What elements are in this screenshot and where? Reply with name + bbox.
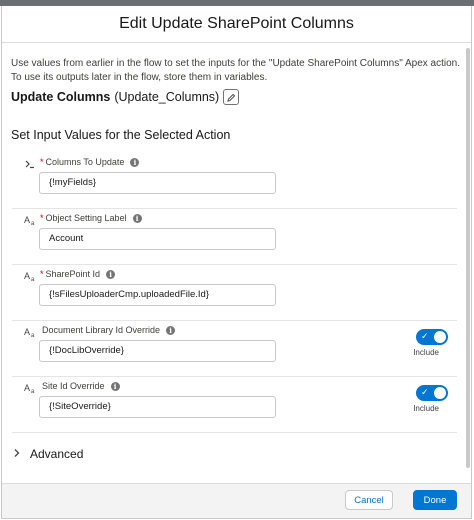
field-label: * SharePoint Id i — [40, 269, 116, 279]
check-icon: ✓ — [421, 387, 429, 397]
svg-text:a: a — [31, 277, 35, 282]
advanced-section-toggle[interactable]: Advanced — [12, 446, 83, 462]
toggle-knob — [434, 387, 446, 399]
svg-text:a: a — [31, 389, 35, 394]
svg-text:a: a — [31, 333, 35, 338]
modal-header: Edit Update SharePoint Columns — [2, 6, 471, 43]
action-label: Update Columns — [11, 90, 111, 104]
sharepoint-id-input[interactable]: {!sFilesUploaderCmp.uploadedFile.Id} — [39, 284, 276, 306]
field-label: Document Library Id Override i — [40, 325, 176, 335]
text-icon: Aa — [24, 214, 38, 228]
pencil-icon — [226, 93, 235, 102]
info-icon[interactable]: i — [132, 213, 142, 223]
modal-footer: Cancel Done — [2, 483, 471, 518]
text-icon: Aa — [24, 326, 38, 340]
info-icon[interactable]: i — [166, 325, 176, 335]
field-label: * Object Setting Label i — [40, 213, 142, 223]
svg-text:A: A — [24, 271, 30, 281]
cancel-button[interactable]: Cancel — [345, 490, 393, 510]
info-icon[interactable]: i — [110, 381, 120, 391]
object-setting-label-input[interactable]: Account — [39, 228, 276, 250]
field-site-id-override: Aa Site Id Override i {!SiteOverride} ✓ … — [12, 376, 457, 433]
action-name: Update Columns (Update_Columns) — [11, 87, 240, 107]
scrollbar-thumb[interactable] — [466, 48, 470, 468]
document-library-id-override-input[interactable]: {!DocLibOverride} — [39, 340, 276, 362]
include-toggle[interactable]: ✓ — [416, 329, 448, 345]
check-icon: ✓ — [421, 331, 429, 341]
field-columns-to-update: * Columns To Update i {!myFields} — [12, 152, 457, 209]
svg-text:A: A — [24, 327, 30, 337]
edit-action-name-button[interactable] — [223, 89, 240, 105]
toggle-knob — [434, 331, 446, 343]
modal-scrollbar[interactable] — [464, 44, 470, 474]
svg-text:A: A — [24, 215, 30, 225]
advanced-label: Advanced — [30, 447, 84, 461]
section-title: Set Input Values for the Selected Action — [11, 128, 231, 142]
site-id-override-input[interactable]: {!SiteOverride} — [39, 396, 276, 418]
chevron-right-icon — [12, 447, 26, 461]
field-sharepoint-id: Aa * SharePoint Id i {!sFilesUploaderCmp… — [12, 264, 457, 321]
field-object-setting-label: Aa * Object Setting Label i Account — [12, 208, 457, 265]
svg-text:A: A — [24, 383, 30, 393]
modal-description: Use values from earlier in the flow to s… — [11, 58, 460, 83]
field-label: Site Id Override i — [40, 381, 120, 391]
include-label: Include — [413, 348, 439, 357]
field-label: * Columns To Update i — [40, 157, 140, 167]
info-icon[interactable]: i — [130, 157, 140, 167]
modal-title: Edit Update SharePoint Columns — [119, 15, 354, 32]
svg-text:a: a — [31, 221, 35, 226]
formula-icon — [24, 158, 38, 172]
done-button[interactable]: Done — [413, 490, 457, 510]
text-icon: Aa — [24, 270, 38, 284]
text-icon: Aa — [24, 382, 38, 396]
include-toggle[interactable]: ✓ — [416, 385, 448, 401]
columns-to-update-input[interactable]: {!myFields} — [39, 172, 276, 194]
include-label: Include — [413, 404, 439, 413]
edit-action-modal: Edit Update SharePoint Columns Use value… — [1, 6, 472, 519]
info-icon[interactable]: i — [106, 269, 116, 279]
field-document-library-id-override: Aa Document Library Id Override i {!DocL… — [12, 320, 457, 377]
action-api-name: (Update_Columns) — [114, 90, 220, 104]
